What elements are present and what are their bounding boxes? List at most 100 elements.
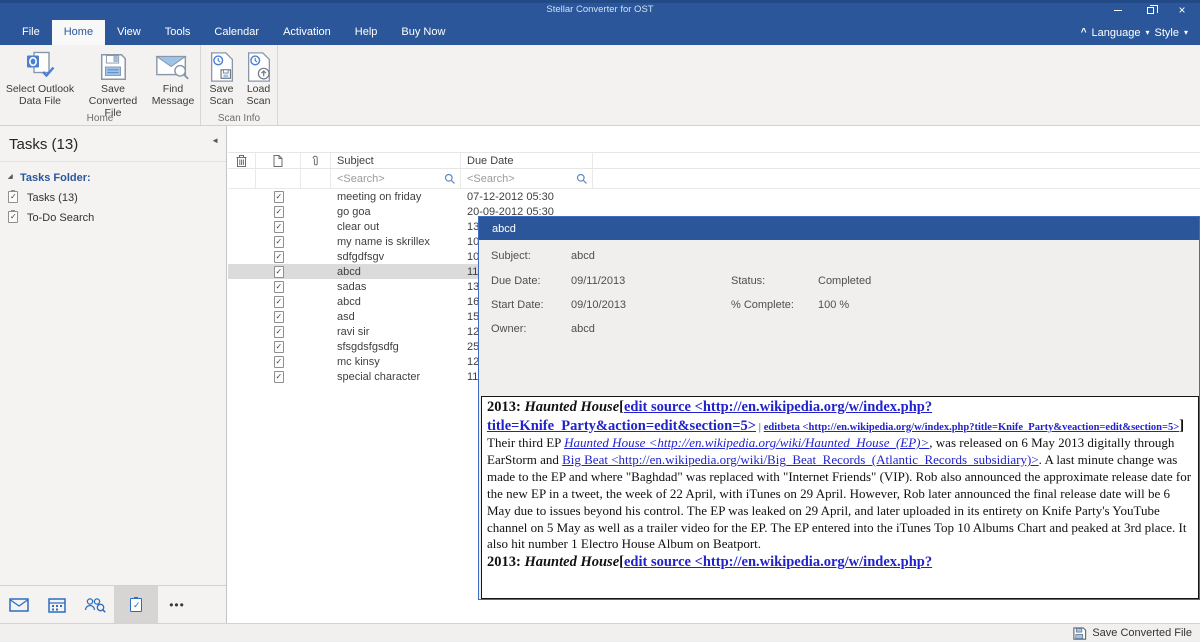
subject-search-input[interactable]: <Search> (331, 169, 461, 188)
select-outlook-data-file-button[interactable]: Select Outlook Data File (0, 49, 80, 111)
field-value: Completed (818, 275, 871, 287)
task-icon (274, 236, 284, 248)
task-icon (274, 206, 284, 218)
language-menu[interactable]: Language (1092, 27, 1141, 39)
tab-buy-now[interactable]: Buy Now (389, 20, 457, 45)
outlook-file-icon (20, 51, 60, 83)
collapse-ribbon-icon[interactable]: ^ (1081, 27, 1087, 38)
row-subject: abcd (331, 266, 461, 278)
window-title: Stellar Converter for OST (0, 4, 1200, 15)
language-caret-icon: ▾ (1146, 28, 1150, 37)
task-icon (274, 221, 284, 233)
header-subject-col[interactable]: Subject (331, 153, 461, 168)
calendar-icon (48, 597, 66, 613)
restore-button[interactable] (1134, 2, 1166, 18)
task-icon (274, 341, 284, 353)
save-scan-icon (207, 51, 237, 83)
title-bar: Stellar Converter for OST × (0, 0, 1200, 20)
status-bar: Save Converted File (0, 623, 1200, 642)
minimize-button[interactable] (1102, 2, 1134, 18)
more-nav-button[interactable]: ••• (158, 586, 196, 623)
contacts-nav-button[interactable] (76, 586, 114, 623)
tab-home[interactable]: Home (52, 20, 105, 45)
task-icon (274, 326, 284, 338)
close-button[interactable]: × (1166, 2, 1198, 18)
task-detail-dialog: abcd Subject:abcd Due Date:09/11/2013 St… (478, 216, 1200, 600)
find-message-button[interactable]: Find Message (146, 49, 200, 111)
sidebar-item-label: Tasks (13) (27, 192, 78, 204)
search-placeholder: <Search> (467, 173, 515, 185)
ribbon-group-home-label: Home (0, 113, 200, 124)
header-attachment-col[interactable] (301, 153, 331, 168)
tab-view[interactable]: View (105, 20, 153, 45)
tab-help[interactable]: Help (343, 20, 390, 45)
tab-calendar[interactable]: Calendar (202, 20, 271, 45)
wiki-heading: 2013: Haunted House[edit source <http://… (487, 398, 1194, 435)
floppy-disk-icon (1072, 626, 1087, 641)
task-icon (274, 296, 284, 308)
load-scan-button[interactable]: Load Scan (240, 49, 277, 111)
header-item-type-col[interactable] (256, 153, 301, 168)
row-subject: sdfgdfsgv (331, 251, 461, 263)
tab-tools[interactable]: Tools (153, 20, 203, 45)
table-header: Subject Due Date (228, 152, 1200, 169)
sidebar-item-tasks[interactable]: Tasks (13) (0, 188, 226, 208)
save-converted-file-status-button[interactable]: Save Converted File (1092, 627, 1192, 639)
big-beat-link[interactable]: Big Beat <http://en.wikipedia.org/wiki/B… (562, 452, 1039, 467)
haunted-house-ep-link[interactable]: Haunted House <http://en.wikipedia.org/w… (564, 435, 929, 450)
tree-root-tasks-folder[interactable]: ◢ Tasks Folder: (0, 168, 226, 188)
task-icon (8, 191, 18, 203)
editbeta-link[interactable]: editbeta <http://en.wikipedia.org/w/inde… (764, 422, 1179, 433)
sidebar-title: Tasks (13) (0, 126, 226, 162)
wiki-heading-repeat: 2013: Haunted House[edit source <http://… (487, 553, 1194, 572)
sidebar-item-label: To-Do Search (27, 212, 94, 224)
trash-icon (236, 155, 247, 167)
row-subject: special character (331, 371, 461, 383)
header-delete-col[interactable] (228, 153, 256, 168)
sidebar: Tasks (13) ◄ ◢ Tasks Folder: Tasks (13) … (0, 126, 227, 623)
search-placeholder: <Search> (337, 173, 385, 185)
header-due-date-col[interactable]: Due Date (461, 153, 593, 168)
save-scan-button[interactable]: Save Scan (203, 49, 240, 111)
row-subject: abcd (331, 296, 461, 308)
row-subject: clear out (331, 221, 461, 233)
mail-nav-button[interactable] (0, 586, 38, 623)
more-icon: ••• (169, 598, 185, 612)
sidebar-item-todo-search[interactable]: To-Do Search (0, 208, 226, 228)
dialog-title-bar[interactable]: abcd (479, 217, 1199, 240)
row-subject: asd (331, 311, 461, 323)
sidebar-footer: ••• (0, 585, 226, 623)
expander-icon[interactable]: ◢ (8, 173, 13, 180)
pin-icon[interactable]: ◄ (211, 136, 219, 145)
tasks-nav-button[interactable] (114, 586, 158, 623)
tab-activation[interactable]: Activation (271, 20, 343, 45)
field-label: Status: (731, 275, 765, 287)
task-icon (274, 311, 284, 323)
task-icon (274, 371, 284, 383)
edit-source-link[interactable]: edit source <http://en.wikipedia.org/w/i… (624, 554, 932, 570)
task-icon (274, 191, 284, 203)
task-icon (274, 281, 284, 293)
dialog-title: abcd (492, 223, 516, 235)
field-value: 100 % (818, 299, 849, 311)
wiki-paragraph: Their third EP Haunted House <http://en.… (487, 435, 1194, 553)
style-menu[interactable]: Style (1155, 27, 1179, 39)
field-label: Due Date: (491, 275, 541, 287)
row-subject: ravi sir (331, 326, 461, 338)
table-row[interactable]: meeting on friday07-12-2012 05:30 (228, 189, 1200, 204)
ribbon-button-label: Load Scan (240, 83, 277, 107)
save-converted-file-button[interactable]: Save Converted File (80, 49, 146, 111)
task-icon (274, 266, 284, 278)
row-subject: go goa (331, 206, 461, 218)
calendar-nav-button[interactable] (38, 586, 76, 623)
style-caret-icon: ▾ (1184, 28, 1188, 37)
due-date-search-input[interactable]: <Search> (461, 169, 593, 188)
menu-tabs: FileHomeViewToolsCalendarActivationHelpB… (10, 20, 457, 45)
row-subject: meeting on friday (331, 191, 461, 203)
field-value: 09/10/2013 (571, 299, 626, 311)
field-value: abcd (571, 323, 595, 335)
paperclip-icon (311, 155, 320, 167)
row-subject: sadas (331, 281, 461, 293)
row-subject: mc kinsy (331, 356, 461, 368)
tab-file[interactable]: File (10, 20, 52, 45)
